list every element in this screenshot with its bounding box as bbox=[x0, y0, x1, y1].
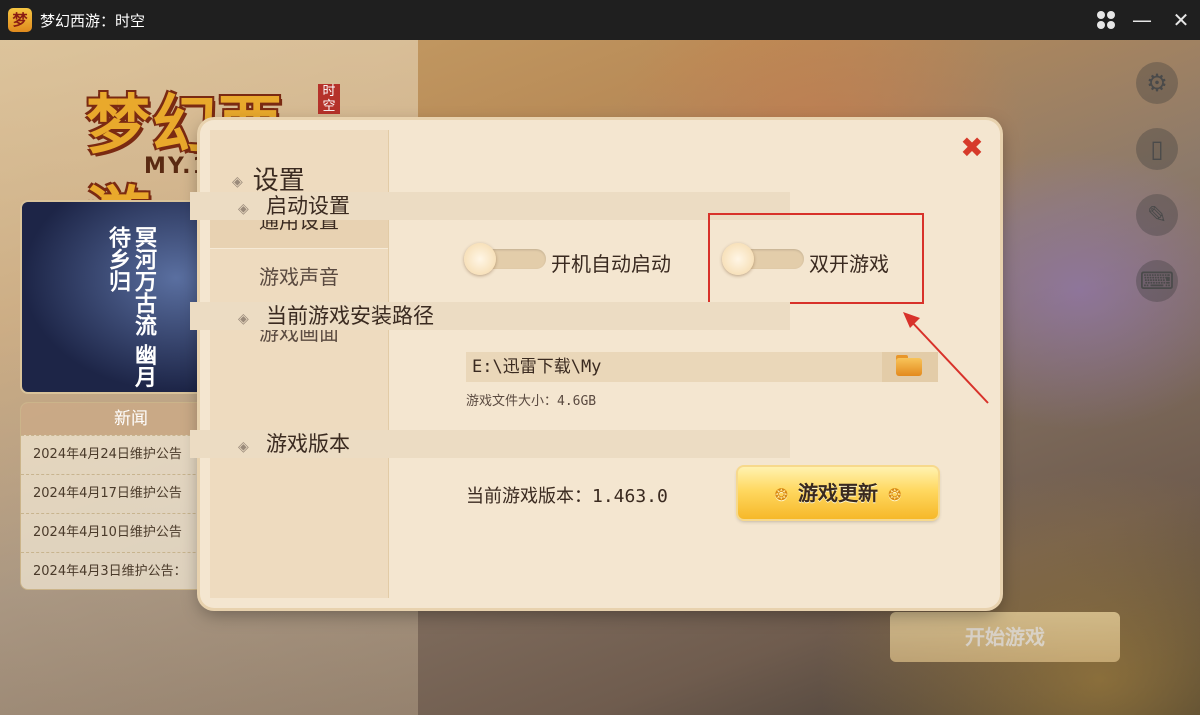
annotation-arrow bbox=[903, 312, 989, 404]
